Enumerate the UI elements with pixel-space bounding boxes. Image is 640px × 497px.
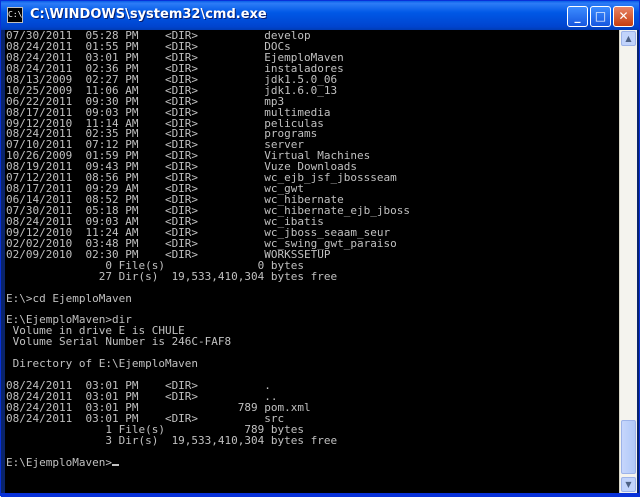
vertical-scrollbar[interactable]: ▲ ▼ bbox=[619, 30, 637, 493]
console-output: 07/30/2011 05:28 PM <DIR> develop 08/24/2… bbox=[6, 30, 410, 469]
console-line: E:\EjemploMaven> bbox=[6, 457, 410, 469]
cmd-app-icon[interactable]: C:\ bbox=[7, 7, 23, 23]
title-bar[interactable]: C:\ C:\WINDOWS\system32\cmd.exe _ □ ✕ bbox=[1, 1, 639, 30]
console-line: E:\>cd EjemploMaven bbox=[6, 291, 132, 305]
window-bottom-border bbox=[1, 493, 640, 497]
console-line: Directory of E:\EjemploMaven bbox=[6, 357, 199, 371]
console-line: 3 Dir(s) 19,533,410,304 bytes free bbox=[6, 433, 338, 447]
console-line: Volume Serial Number is 246C-FAF8 bbox=[6, 335, 232, 349]
scroll-down-arrow-icon[interactable]: ▼ bbox=[621, 477, 636, 492]
console-line: 27 Dir(s) 19,533,410,304 bytes free bbox=[6, 269, 338, 283]
close-button[interactable]: ✕ bbox=[613, 6, 634, 27]
console-area[interactable]: 07/30/2011 05:28 PM <DIR> develop 08/24/2… bbox=[5, 30, 606, 493]
scroll-up-arrow-icon[interactable]: ▲ bbox=[621, 31, 636, 46]
scroll-thumb[interactable] bbox=[621, 420, 636, 474]
maximize-button[interactable]: □ bbox=[590, 6, 611, 27]
text-cursor bbox=[111, 463, 119, 466]
minimize-button[interactable]: _ bbox=[567, 6, 588, 27]
console-right-margin bbox=[606, 30, 619, 493]
window-title: C:\WINDOWS\system32\cmd.exe bbox=[30, 7, 267, 22]
cmd-window: C:\ C:\WINDOWS\system32\cmd.exe _ □ ✕ 07… bbox=[0, 0, 640, 497]
